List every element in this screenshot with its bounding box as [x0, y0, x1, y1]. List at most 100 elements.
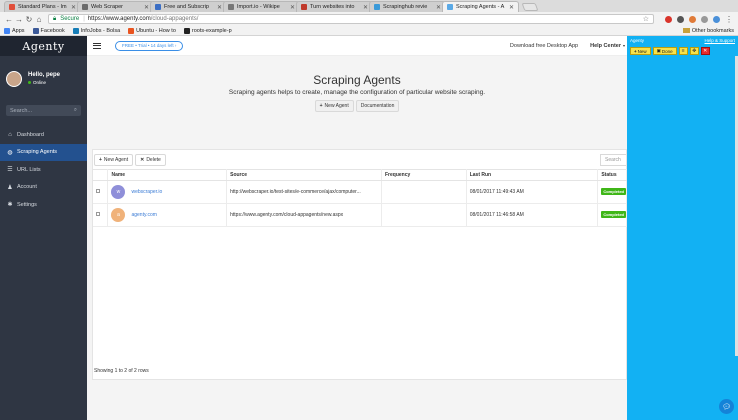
- agent-avatar: w: [111, 185, 126, 199]
- bookmark-item[interactable]: Ubuntu - How to: [128, 27, 176, 34]
- close-tab-icon[interactable]: ✕: [71, 4, 76, 11]
- url-path: /cloud-appagents/: [150, 16, 199, 22]
- name-cell: w webscraper.io: [107, 180, 228, 204]
- browser-tab[interactable]: Free and Subscrip ✕: [150, 1, 227, 12]
- bookmark-favicon-icon: [32, 27, 39, 34]
- user-icon: ♟: [7, 184, 13, 191]
- browser-tab[interactable]: Turn websites into ✕: [296, 1, 373, 12]
- sidebar-item-label: URL Lists: [17, 166, 41, 173]
- help-center-menu[interactable]: Help Center: [590, 43, 621, 49]
- browser-tab-label: Standard Plans - Im: [18, 4, 67, 10]
- extension-done-label: Done: [661, 48, 673, 54]
- sidebar-item-scraping-agents[interactable]: ◍ Scraping Agents: [0, 143, 87, 161]
- sidebar-search-placeholder: Search...: [10, 107, 33, 114]
- secure-label: Secure: [60, 16, 80, 22]
- browser-tab[interactable]: Import.io - Wikipe ✕: [223, 1, 300, 12]
- bookmark-item[interactable]: roots-example-p: [183, 27, 232, 34]
- agent-name-link[interactable]: agenty.com: [131, 212, 156, 218]
- bookmark-item[interactable]: InfoJobs - Bolsa: [72, 27, 120, 34]
- table-row[interactable]: w webscraper.io http://webscraper.io/test-…: [93, 180, 627, 204]
- extension-icon[interactable]: [701, 15, 708, 23]
- col-status[interactable]: Status: [597, 169, 627, 181]
- browser-tab[interactable]: Web Scraper ✕: [77, 1, 154, 12]
- bookmark-star-icon[interactable]: ☆: [643, 15, 649, 23]
- row-checkbox[interactable]: [96, 212, 100, 216]
- col-frequency[interactable]: Frequency: [381, 169, 467, 181]
- table-row[interactable]: a agenty.com https://www.agenty.com/cloud-…: [93, 203, 627, 227]
- extension-icon[interactable]: [689, 15, 696, 23]
- forward-icon[interactable]: →: [14, 15, 24, 24]
- agent-avatar: a: [111, 208, 126, 222]
- hamburger-icon[interactable]: [93, 42, 101, 49]
- sidebar-item-settings[interactable]: ✱ Settings: [0, 196, 87, 214]
- close-icon[interactable]: ✕: [700, 47, 710, 55]
- close-tab-icon[interactable]: ✕: [144, 4, 149, 11]
- col-source[interactable]: Source: [226, 169, 382, 181]
- extension-icon[interactable]: [677, 15, 684, 23]
- browser-tab[interactable]: Scrapinghub revie ✕: [369, 1, 446, 12]
- extension-done-button[interactable]: ▣ Done: [652, 47, 677, 55]
- home-icon[interactable]: ⌂: [34, 15, 44, 24]
- extension-icon[interactable]: [713, 15, 720, 23]
- bookmark-item[interactable]: Facebook: [32, 27, 65, 34]
- close-tab-icon[interactable]: ✕: [509, 4, 514, 11]
- new-agent-label: New Agent: [324, 103, 349, 109]
- sidebar-item-label: Scraping Agents: [17, 149, 58, 156]
- avatar[interactable]: [6, 70, 22, 87]
- list-icon: ☰: [7, 167, 13, 174]
- back-icon[interactable]: ←: [4, 15, 14, 24]
- help-support-link[interactable]: Help & Support: [704, 38, 735, 43]
- sidebar-item-dashboard[interactable]: ⌂ Dashboard: [0, 126, 87, 144]
- move-icon[interactable]: ✥: [689, 47, 699, 55]
- online-dot-icon: [28, 81, 31, 84]
- extension-new-label: New: [637, 48, 647, 54]
- app-topbar: FREE • Trial • 14 days left › Download f…: [87, 36, 627, 56]
- bookmark-label: Ubuntu - How to: [136, 27, 176, 34]
- sidebar-item-url-lists[interactable]: ☰ URL Lists: [0, 161, 87, 179]
- caret-down-icon[interactable]: ▾: [623, 43, 625, 48]
- trial-badge[interactable]: FREE • Trial • 14 days left ›: [115, 40, 184, 51]
- agenty-extension-panel: Agenty Help & Support + New ▣ Done ≡ ✥ ✕…: [627, 36, 738, 420]
- close-tab-icon[interactable]: ✕: [363, 4, 368, 11]
- documentation-button[interactable]: Documentation: [355, 100, 400, 112]
- table-header-row: Name Source Frequency Last Run Status: [93, 169, 627, 181]
- toolbar-new-agent-button[interactable]: + New Agent: [94, 153, 134, 166]
- home-icon: ⌂: [8, 131, 12, 138]
- close-tab-icon[interactable]: ✕: [290, 4, 295, 11]
- user-panel: Hello, pepe Online: [0, 56, 87, 101]
- sidebar-search-input[interactable]: Search... ⌕: [6, 105, 81, 116]
- page-title: Scraping Agents: [313, 73, 401, 87]
- new-tab-button[interactable]: [521, 3, 539, 11]
- bookmark-item[interactable]: Apps: [4, 27, 25, 34]
- agent-name-link[interactable]: webscraper.io: [131, 189, 162, 195]
- search-icon[interactable]: ⌕: [74, 107, 77, 114]
- browser-tab-label: Scrapinghub revie: [383, 4, 428, 10]
- table-search-input[interactable]: Search: [600, 153, 626, 166]
- close-tab-icon[interactable]: ✕: [436, 4, 441, 11]
- source-cell: https://www.agenty.com/cloud-appagents/n…: [226, 203, 382, 227]
- close-icon: ✕: [140, 156, 145, 163]
- chat-bubble-icon[interactable]: 💬︎: [719, 399, 734, 414]
- new-agent-button[interactable]: + New Agent: [314, 100, 354, 112]
- sidebar-item-account[interactable]: ♟ Account: [0, 179, 87, 197]
- extension-icon[interactable]: [665, 15, 672, 23]
- source-cell: http://webscraper.io/test-sites/e-commer…: [226, 180, 382, 204]
- col-last-run[interactable]: Last Run: [466, 169, 599, 181]
- save-icon: ▣: [656, 48, 661, 53]
- row-checkbox[interactable]: [96, 189, 100, 193]
- extension-new-button[interactable]: + New: [630, 47, 651, 55]
- browser-tab[interactable]: Standard Plans - Im ✕: [4, 1, 81, 12]
- address-bar[interactable]: 🔒︎ Secure | https://www.agenty.com /clou…: [48, 14, 654, 24]
- toolbar-delete-button[interactable]: ✕ Delete: [135, 153, 166, 166]
- col-name[interactable]: Name: [107, 169, 228, 181]
- main-content: Scraping Agents Scraping agents helps to…: [87, 56, 627, 420]
- menu-kebab-icon[interactable]: ⋮: [724, 15, 734, 24]
- menu-icon[interactable]: ≡: [678, 47, 688, 55]
- browser-tab[interactable]: Scraping Agents - A ✕: [442, 1, 519, 12]
- close-tab-icon[interactable]: ✕: [217, 4, 222, 11]
- app-logo[interactable]: Agenty: [0, 36, 87, 56]
- download-desktop-link[interactable]: Download free Desktop App: [510, 43, 578, 49]
- browser-tab-label: Import.io - Wikipe: [237, 4, 280, 10]
- reload-icon[interactable]: ↻: [24, 15, 34, 24]
- other-bookmarks[interactable]: Other bookmarks: [682, 28, 734, 34]
